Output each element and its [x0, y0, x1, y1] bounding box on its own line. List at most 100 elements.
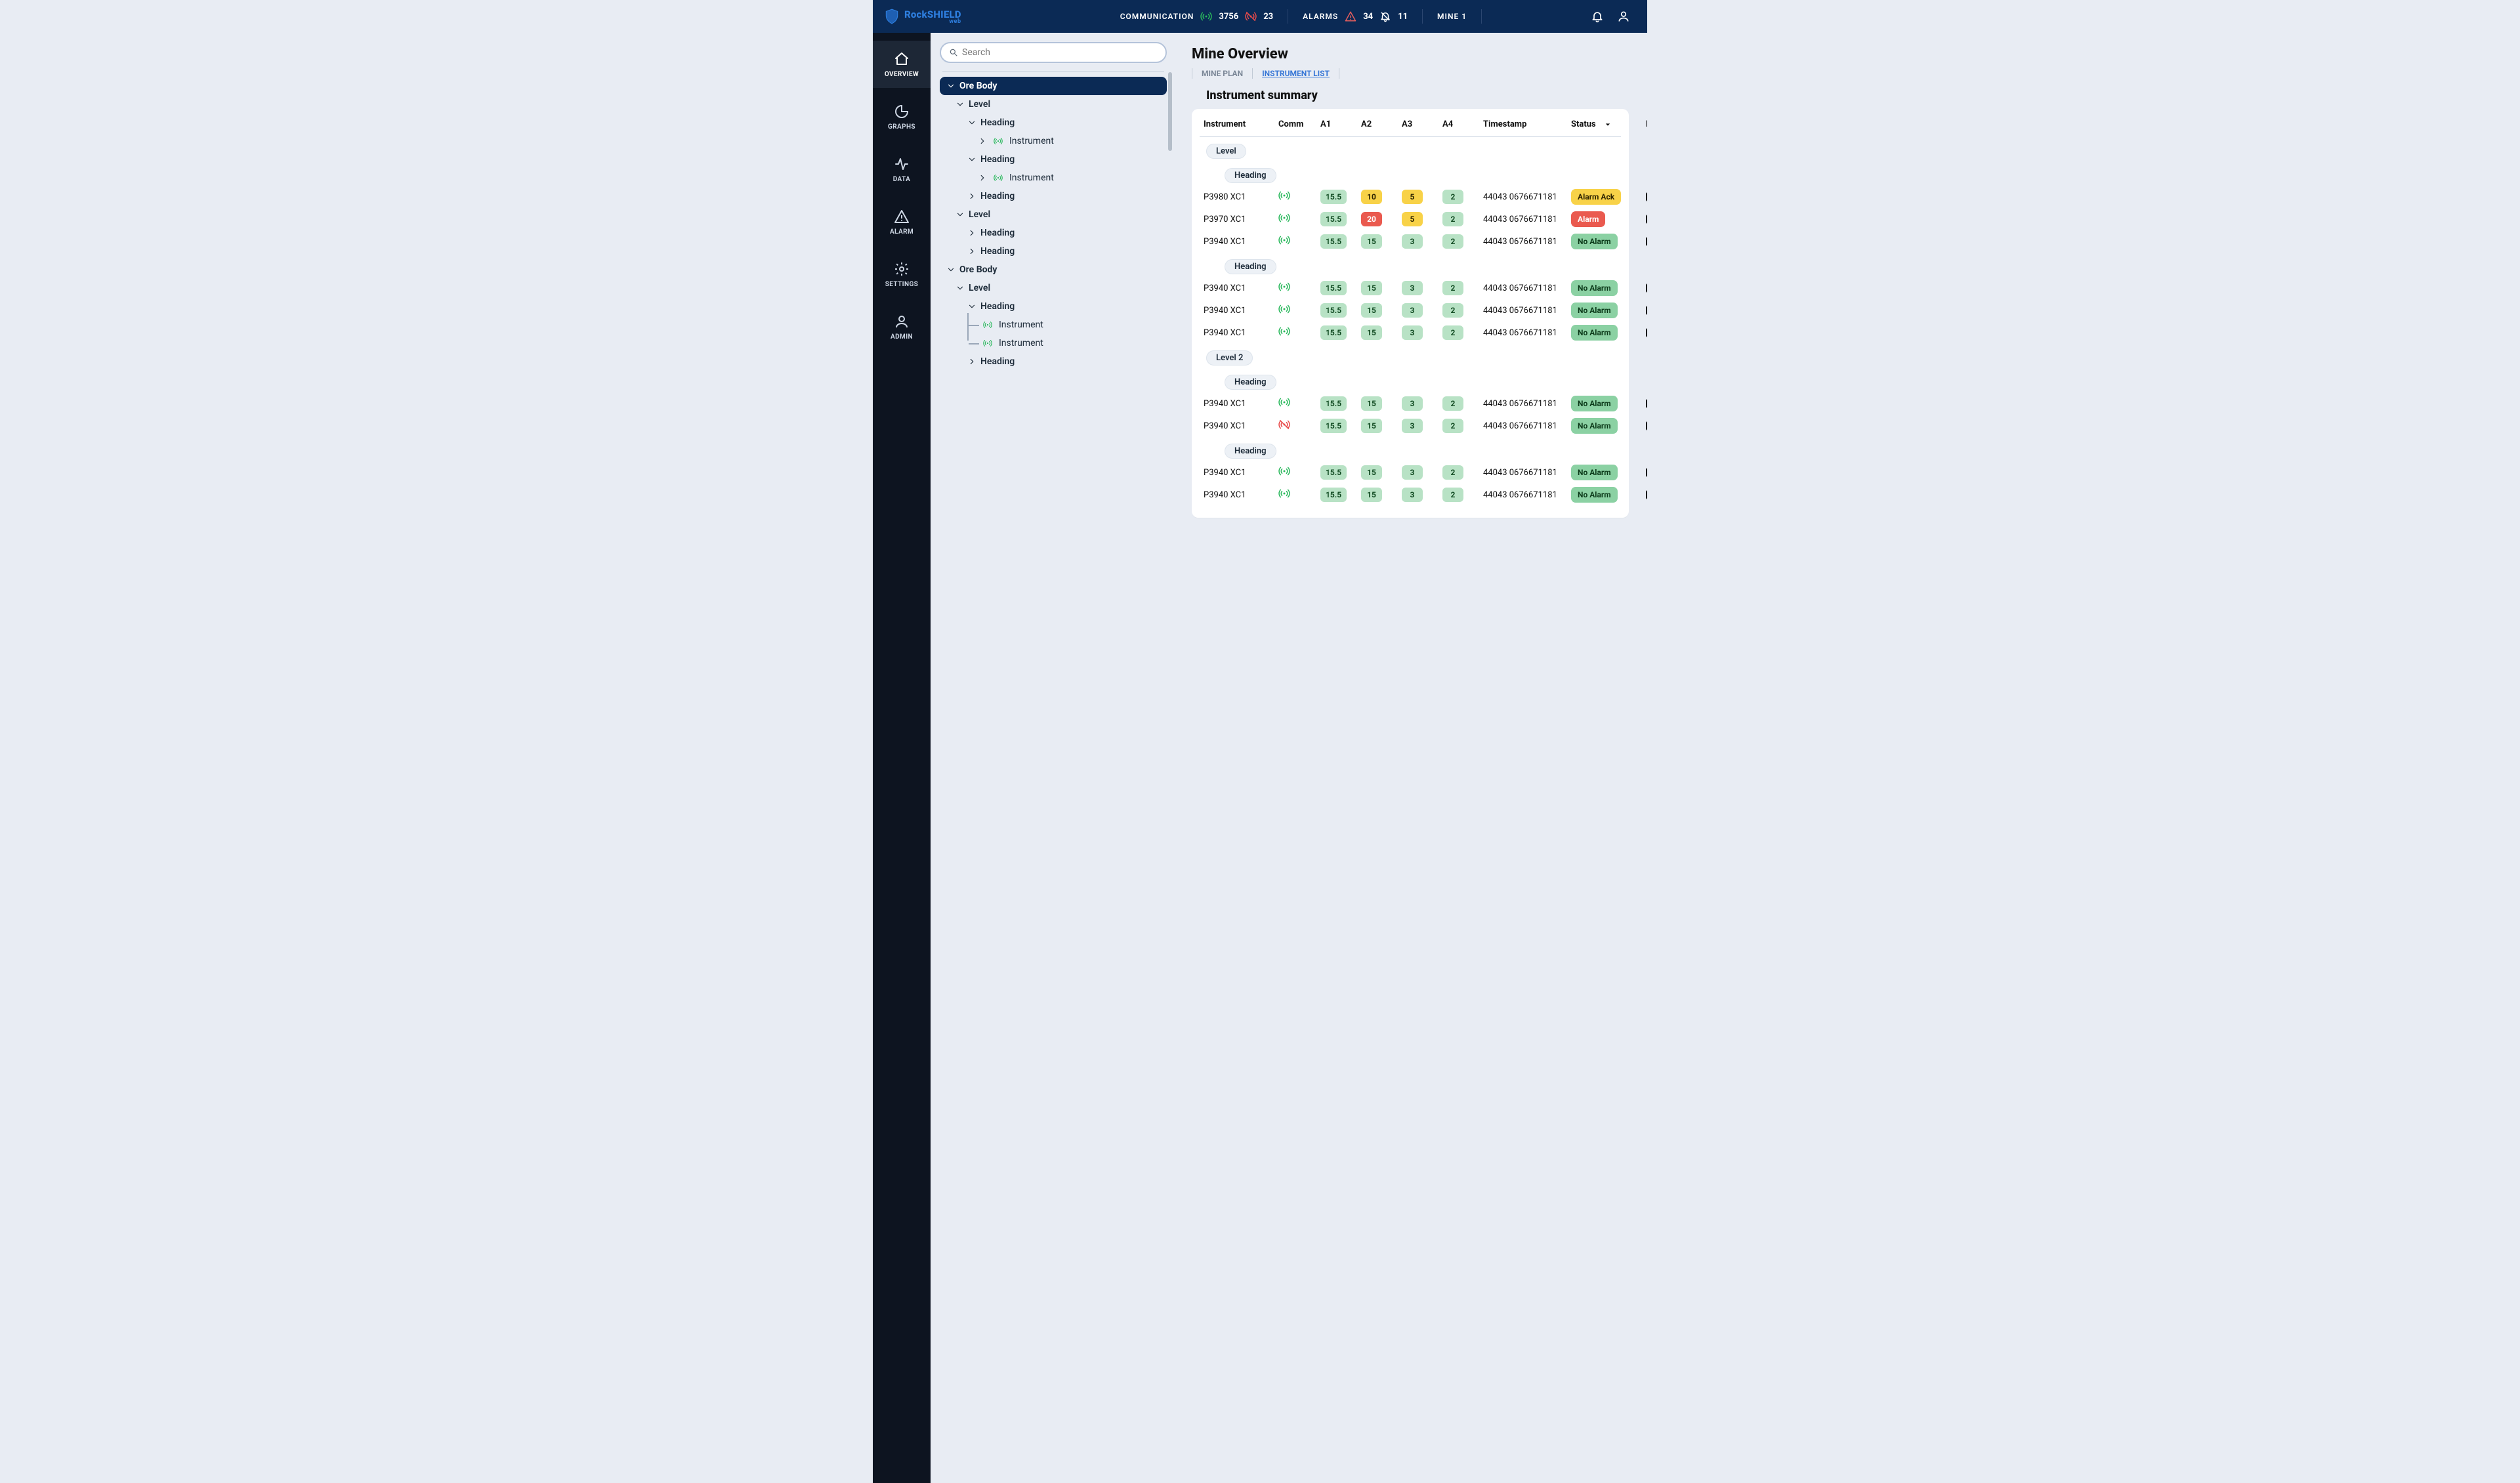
- cell-instrument: P3980 XC1: [1204, 192, 1276, 202]
- col-comm[interactable]: Comm: [1278, 119, 1318, 129]
- subgroup-chip[interactable]: Heading: [1200, 368, 1621, 392]
- nav-graphs[interactable]: GRAPHS: [873, 93, 931, 140]
- table-row[interactable]: P3980 XC1 15.5 10 5 2 44043 0676671181 A…: [1200, 186, 1621, 208]
- table-row[interactable]: P3970 XC1 15.5 20 5 2 44043 0676671181 A…: [1200, 208, 1621, 230]
- tree-heading[interactable]: Heading: [940, 187, 1167, 205]
- search-input[interactable]: [962, 47, 1158, 58]
- tree-level[interactable]: Level: [940, 95, 1167, 114]
- nav-alarm[interactable]: ALARM: [873, 198, 931, 245]
- value-pill: 2: [1442, 190, 1463, 204]
- col-a2[interactable]: A2: [1361, 119, 1399, 129]
- tree-instrument[interactable]: Instrument: [967, 334, 1167, 352]
- nav-admin[interactable]: ADMIN: [873, 303, 931, 350]
- cell-battery: 55%: [1646, 215, 1647, 224]
- tree-instrument[interactable]: Instrument: [967, 316, 1167, 334]
- group-chip[interactable]: Level: [1200, 137, 1621, 161]
- cell-status: No Alarm: [1571, 234, 1643, 249]
- page-title: Mine Overview: [1192, 46, 1629, 62]
- subgroup-chip[interactable]: Heading: [1200, 437, 1621, 461]
- cell-a2: 15: [1361, 488, 1399, 502]
- cell-status: No Alarm: [1571, 280, 1643, 296]
- tree-label: Instrument: [1009, 136, 1054, 146]
- value-pill: 15.5: [1320, 325, 1347, 340]
- tree-instrument[interactable]: Instrument: [940, 132, 1167, 150]
- tree-ore-body[interactable]: Ore Body: [940, 261, 1167, 279]
- signal-good-icon: [983, 320, 992, 329]
- logo[interactable]: RockSHIELD web: [883, 8, 961, 25]
- value-pill: 15: [1361, 281, 1382, 295]
- cell-a1: 15.5: [1320, 325, 1358, 340]
- cell-a3: 3: [1402, 465, 1440, 480]
- cell-a2: 15: [1361, 465, 1399, 480]
- battery-icon: [1646, 490, 1647, 499]
- tab-instrument-list[interactable]: INSTRUMENT LIST: [1253, 66, 1339, 81]
- col-status[interactable]: Status: [1571, 119, 1643, 129]
- value-pill: 3: [1402, 419, 1423, 433]
- battery-indicator: 55%: [1646, 283, 1647, 293]
- tree-heading[interactable]: Heading: [940, 150, 1167, 169]
- cell-timestamp: 44043 0676671181: [1483, 306, 1568, 316]
- col-a4[interactable]: A4: [1442, 119, 1480, 129]
- nav-settings[interactable]: SETTINGS: [873, 251, 931, 298]
- tree-label: Ore Body: [959, 264, 997, 275]
- tree-level[interactable]: Level: [940, 205, 1167, 224]
- tree-heading[interactable]: Heading: [940, 352, 1167, 371]
- cell-instrument: P3940 XC1: [1204, 306, 1276, 316]
- tree-instrument[interactable]: Instrument: [940, 169, 1167, 187]
- cell-comm: [1278, 234, 1318, 249]
- battery-icon: [1646, 399, 1647, 408]
- cell-a2: 15: [1361, 325, 1399, 340]
- col-a3[interactable]: A3: [1402, 119, 1440, 129]
- chevron-down-icon: [946, 265, 956, 274]
- cell-battery: 55%: [1646, 237, 1647, 247]
- cell-battery: 55%: [1646, 192, 1647, 202]
- table-row[interactable]: P3940 XC1 15.5 15 3 2 44043 0676671181 N…: [1200, 277, 1621, 299]
- table-row[interactable]: P3940 XC1 15.5 15 3 2 44043 0676671181 N…: [1200, 484, 1621, 506]
- nav-label: ALARM: [890, 228, 914, 236]
- col-a1[interactable]: A1: [1320, 119, 1358, 129]
- tree-heading[interactable]: Heading: [940, 242, 1167, 261]
- cell-a2: 20: [1361, 212, 1399, 226]
- brand-name-1: Rock: [904, 9, 927, 20]
- col-battery[interactable]: Battery: [1646, 119, 1647, 129]
- tree-heading[interactable]: Heading: [940, 224, 1167, 242]
- scrollbar[interactable]: [1168, 72, 1172, 151]
- tree-level[interactable]: Level: [940, 279, 1167, 297]
- alarm-tri-count: 34: [1363, 12, 1373, 22]
- tree-label: Heading: [980, 246, 1015, 257]
- tree-heading[interactable]: Heading: [940, 297, 1167, 316]
- table-row[interactable]: P3940 XC1 15.5 15 3 2 44043 0676671181 N…: [1200, 461, 1621, 484]
- tree-panel: Ore Body Level Heading Instrument: [931, 33, 1173, 1483]
- table-row[interactable]: P3940 XC1 15.5 15 3 2 44043 0676671181 N…: [1200, 415, 1621, 437]
- nav-overview[interactable]: OVERVIEW: [873, 41, 931, 88]
- group-chip[interactable]: Level 2: [1200, 344, 1621, 368]
- table-row[interactable]: P3940 XC1 15.5 15 3 2 44043 0676671181 N…: [1200, 299, 1621, 322]
- tree-children: Instrument Instrument: [967, 316, 1167, 352]
- table-row[interactable]: P3940 XC1 15.5 15 3 2 44043 0676671181 N…: [1200, 230, 1621, 253]
- table-row[interactable]: P3940 XC1 15.5 15 3 2 44043 0676671181 N…: [1200, 322, 1621, 344]
- signal-good-icon: [1278, 465, 1290, 477]
- nav-data[interactable]: DATA: [873, 146, 931, 193]
- table-row[interactable]: P3940 XC1 15.5 15 3 2 44043 0676671181 N…: [1200, 392, 1621, 415]
- search-input-wrap[interactable]: [940, 42, 1167, 63]
- cell-timestamp: 44043 0676671181: [1483, 468, 1568, 478]
- cell-a3: 3: [1402, 396, 1440, 411]
- site-selector[interactable]: MINE 1: [1423, 12, 1481, 21]
- tree-ore-body[interactable]: Ore Body: [940, 77, 1167, 95]
- notifications-button[interactable]: [1584, 3, 1610, 30]
- subgroup-chip[interactable]: Heading: [1200, 253, 1621, 277]
- account-button[interactable]: [1610, 3, 1637, 30]
- tab-mine-plan[interactable]: MINE PLAN: [1192, 66, 1252, 81]
- col-instrument[interactable]: Instrument: [1204, 119, 1276, 129]
- col-timestamp[interactable]: Timestamp: [1483, 119, 1568, 129]
- chevron-down-icon: [956, 210, 965, 219]
- status-badge: No Alarm: [1571, 234, 1618, 249]
- cell-comm: [1278, 419, 1318, 433]
- tree-heading[interactable]: Heading: [940, 114, 1167, 132]
- value-pill: 3: [1402, 234, 1423, 249]
- value-pill: 15.5: [1320, 234, 1347, 249]
- cell-a3: 3: [1402, 419, 1440, 433]
- subgroup-chip[interactable]: Heading: [1200, 161, 1621, 186]
- cell-timestamp: 44043 0676671181: [1483, 237, 1568, 247]
- status-badge: No Alarm: [1571, 325, 1618, 341]
